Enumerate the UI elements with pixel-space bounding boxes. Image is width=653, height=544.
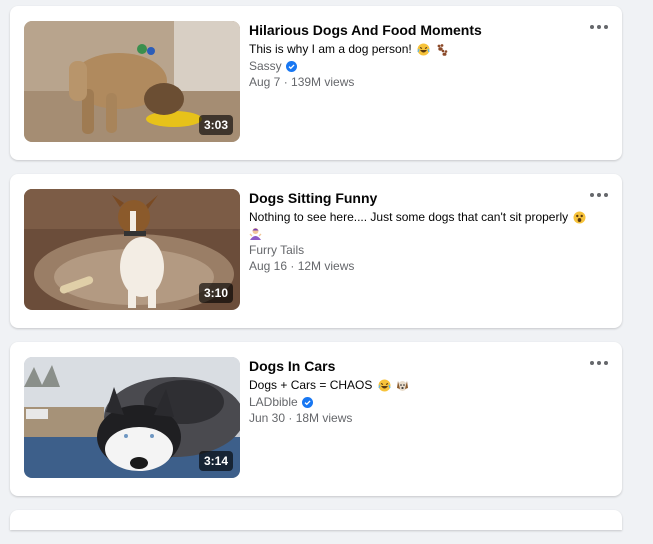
video-feed: 3:03 Hilarious Dogs And Food Moments Thi… — [10, 6, 622, 544]
more-options-button[interactable] — [590, 22, 608, 32]
video-card: 3:10 Dogs Sitting Funny Nothing to see h… — [10, 174, 622, 328]
video-description: This is why I am a dog person! — [249, 41, 589, 57]
dot-icon — [604, 25, 608, 29]
video-title[interactable]: Dogs In Cars — [249, 357, 589, 375]
channel-link[interactable]: Sassy — [249, 58, 589, 74]
video-thumbnail[interactable]: 3:10 — [24, 189, 240, 310]
paw-prints-icon — [438, 44, 448, 56]
more-options-button[interactable] — [590, 358, 608, 368]
dot-icon — [597, 361, 601, 365]
video-thumbnail[interactable]: 3:03 — [24, 21, 240, 142]
channel-name: Sassy — [249, 59, 282, 73]
channel-name: Furry Tails — [249, 243, 305, 257]
video-card: 3:03 Hilarious Dogs And Food Moments Thi… — [10, 6, 622, 160]
video-description-text: Nothing to see here.... Just some dogs t… — [249, 210, 569, 224]
dot-icon — [590, 361, 594, 365]
video-meta: Jun 30 · 18M views — [249, 411, 353, 425]
video-title[interactable]: Hilarious Dogs And Food Moments — [249, 21, 589, 39]
astonished-emoji-icon — [573, 211, 586, 224]
person-shrugging-icon — [249, 228, 262, 240]
video-info: Dogs Sitting Funny Nothing to see here..… — [249, 189, 589, 274]
video-duration: 3:14 — [198, 451, 233, 471]
verified-badge-icon — [285, 60, 297, 72]
dot-icon — [597, 193, 601, 197]
dot-icon — [590, 25, 594, 29]
video-meta: Aug 7 · 139M views — [249, 75, 355, 89]
dot-icon — [590, 193, 594, 197]
more-options-button[interactable] — [590, 190, 608, 200]
dot-icon — [604, 193, 608, 197]
video-title[interactable]: Dogs Sitting Funny — [249, 189, 589, 207]
video-duration: 3:03 — [198, 115, 233, 135]
video-description: Nothing to see here.... Just some dogs t… — [249, 209, 589, 241]
video-description-text: Dogs + Cars = CHAOS — [249, 378, 373, 392]
video-meta: Aug 16 · 12M views — [249, 259, 355, 273]
video-card: 3:14 Dogs In Cars Dogs + Cars = CHAOS LA… — [10, 342, 622, 496]
dot-icon — [604, 361, 608, 365]
video-description-text: This is why I am a dog person! — [249, 42, 412, 56]
channel-name: LADbible — [249, 395, 298, 409]
dot-icon — [597, 25, 601, 29]
video-duration: 3:10 — [198, 283, 233, 303]
verified-badge-icon — [301, 396, 313, 408]
video-description: Dogs + Cars = CHAOS — [249, 377, 589, 393]
laughing-emoji-icon — [417, 43, 430, 56]
laughing-emoji-icon — [378, 379, 391, 392]
video-info: Hilarious Dogs And Food Moments This is … — [249, 21, 589, 90]
video-info: Dogs In Cars Dogs + Cars = CHAOS LADbibl… — [249, 357, 589, 426]
video-card-partial — [10, 510, 622, 530]
channel-link[interactable]: LADbible — [249, 394, 589, 410]
video-thumbnail[interactable]: 3:14 — [24, 357, 240, 478]
channel-link[interactable]: Furry Tails — [249, 242, 589, 258]
dog-face-icon — [397, 381, 409, 391]
